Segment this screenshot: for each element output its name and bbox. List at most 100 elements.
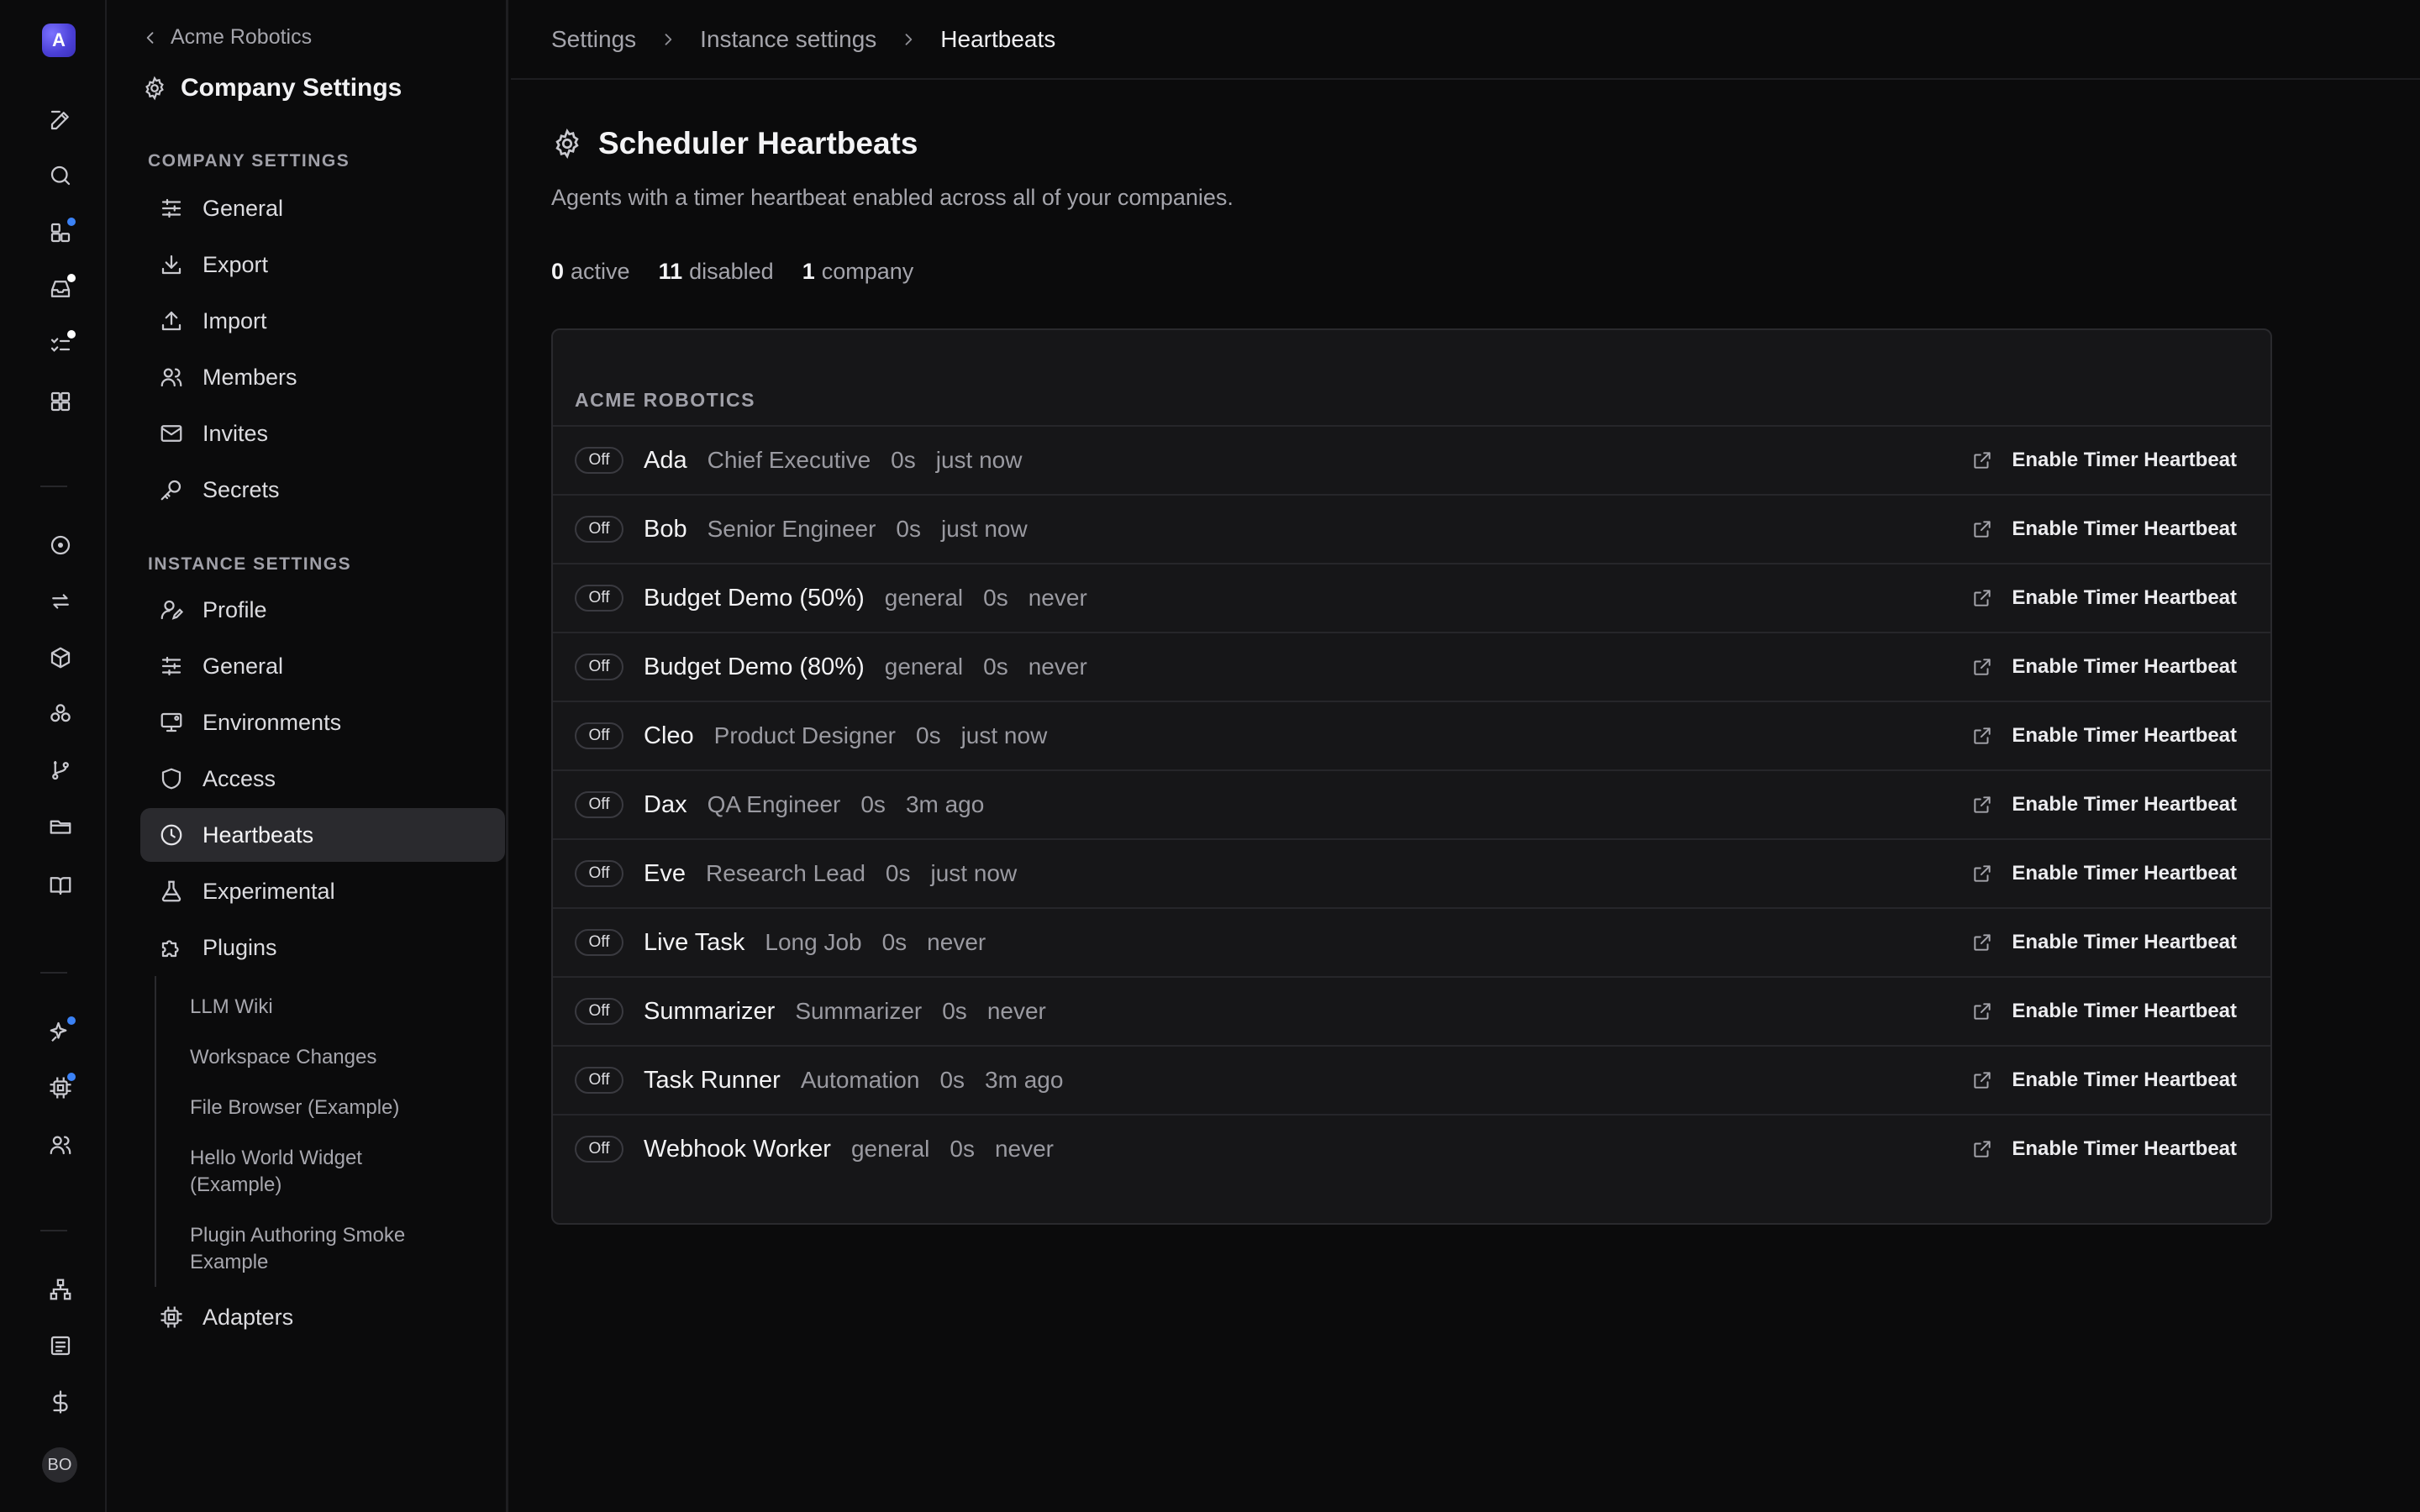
sidebar-item-export[interactable]: Export	[140, 238, 505, 291]
status-badge[interactable]: Off	[575, 654, 623, 680]
stat-active-count: 0	[551, 259, 565, 284]
agent-name[interactable]: Ada	[644, 447, 687, 475]
status-badge[interactable]: Off	[575, 722, 623, 749]
folder-icon[interactable]	[42, 808, 79, 845]
sidebar-item-instance-general[interactable]: General	[140, 639, 505, 693]
sidebar-item-plugins[interactable]: Plugins	[140, 921, 505, 974]
sidebar-item-secrets[interactable]: Secrets	[140, 463, 505, 517]
agent-name[interactable]: Task Runner	[644, 1067, 781, 1095]
book-icon[interactable]	[42, 867, 79, 904]
agent-name[interactable]: Budget Demo (50%)	[644, 585, 865, 612]
sparkle-icon[interactable]	[42, 1013, 79, 1050]
back-to-company-link[interactable]: Acme Robotics	[142, 25, 312, 50]
rail-divider	[40, 486, 67, 487]
external-link-icon	[1971, 587, 1993, 609]
table-row: Off Webhook Worker general 0s never Enable Ti…	[553, 1114, 2270, 1183]
sidebar-item-label: Experimental	[203, 878, 335, 904]
enable-timer-heartbeat-button[interactable]: Enable Timer Heartbeat	[1971, 793, 2237, 816]
breadcrumb-settings[interactable]: Settings	[551, 26, 636, 53]
status-badge[interactable]: Off	[575, 791, 623, 818]
edit-icon[interactable]	[42, 102, 79, 139]
agent-last-run: just now	[935, 447, 1023, 473]
users-icon[interactable]	[42, 1126, 79, 1163]
dollar-icon[interactable]	[42, 1383, 79, 1420]
agent-interval: 0s	[891, 447, 916, 473]
mail-icon	[160, 425, 182, 442]
status-badge[interactable]: Off	[575, 585, 623, 612]
sidebar-item-experimental[interactable]: Experimental	[140, 864, 505, 918]
status-badge[interactable]: Off	[575, 998, 623, 1025]
sidebar-item-profile[interactable]: Profile	[140, 583, 505, 637]
status-badge[interactable]: Off	[575, 929, 623, 956]
table-row: Off Summarizer Summarizer 0s never Enable Tim…	[553, 976, 2270, 1045]
plugin-item-file-browser[interactable]: File Browser (Example)	[190, 1095, 442, 1121]
sidebar-item-environments[interactable]: Environments	[140, 696, 505, 749]
sidebar-item-access[interactable]: Access	[140, 752, 505, 806]
agent-name[interactable]: Eve	[644, 860, 686, 888]
sidebar-item-invites[interactable]: Invites	[140, 407, 505, 460]
plugin-item-workspace-changes[interactable]: Workspace Changes	[190, 1044, 442, 1071]
enable-timer-heartbeat-button[interactable]: Enable Timer Heartbeat	[1971, 517, 2237, 541]
sidebar-item-heartbeats[interactable]: Heartbeats	[140, 808, 505, 862]
sidebar-item-label: Invites	[203, 420, 269, 446]
external-link-icon	[1971, 518, 1993, 540]
agent-name[interactable]: Bob	[644, 516, 687, 543]
status-badge[interactable]: Off	[575, 516, 623, 543]
agent-name[interactable]: Dax	[644, 791, 687, 819]
enable-timer-heartbeat-button[interactable]: Enable Timer Heartbeat	[1971, 724, 2237, 748]
breadcrumb-instance-settings[interactable]: Instance settings	[700, 26, 876, 53]
sidebar-item-members[interactable]: Members	[140, 350, 505, 404]
enable-timer-heartbeat-button[interactable]: Enable Timer Heartbeat	[1971, 862, 2237, 885]
sidebar-item-import[interactable]: Import	[140, 294, 505, 348]
notification-dot	[66, 1071, 77, 1083]
heartbeat-card: ACME ROBOTICS Off Ada Chief Executive 0s jus…	[551, 328, 2272, 1225]
tasks-icon[interactable]	[42, 327, 79, 364]
rail-divider	[40, 972, 67, 974]
dashboard-icon[interactable]	[42, 214, 79, 251]
enable-timer-heartbeat-button[interactable]: Enable Timer Heartbeat	[1971, 586, 2237, 610]
inbox-icon[interactable]	[42, 270, 79, 307]
download-icon	[161, 255, 182, 275]
status-badge[interactable]: Off	[575, 1067, 623, 1094]
branch-icon[interactable]	[42, 752, 79, 789]
enable-timer-heartbeat-button[interactable]: Enable Timer Heartbeat	[1971, 931, 2237, 954]
agent-role: Automation	[800, 1067, 920, 1093]
plugin-item-llm-wiki[interactable]: LLM Wiki	[190, 994, 442, 1021]
enable-timer-heartbeat-button[interactable]: Enable Timer Heartbeat	[1971, 655, 2237, 679]
status-badge[interactable]: Off	[575, 1136, 623, 1163]
key-icon	[160, 480, 182, 501]
company-group-label: ACME ROBOTICS	[575, 389, 755, 411]
enable-timer-heartbeat-button[interactable]: Enable Timer Heartbeat	[1971, 1068, 2237, 1092]
components-icon[interactable]	[42, 696, 79, 732]
document-icon[interactable]	[42, 1327, 79, 1364]
agent-name[interactable]: Summarizer	[644, 998, 775, 1026]
agent-name[interactable]: Cleo	[644, 722, 694, 750]
transfer-icon[interactable]	[42, 583, 79, 620]
agent-name[interactable]: Budget Demo (80%)	[644, 654, 865, 681]
chip-icon[interactable]	[42, 1069, 79, 1106]
package-icon[interactable]	[42, 639, 79, 676]
agent-interval: 0s	[885, 860, 911, 886]
company-logo[interactable]: A	[42, 24, 76, 57]
avatar[interactable]: BO	[42, 1447, 77, 1483]
sidebar-item-adapters[interactable]: Adapters	[140, 1290, 505, 1344]
users-icon	[160, 368, 182, 387]
stat-company-label: company	[821, 259, 914, 284]
status-badge[interactable]: Off	[575, 447, 623, 474]
search-icon[interactable]	[42, 157, 79, 194]
agent-name[interactable]: Webhook Worker	[644, 1136, 831, 1163]
enable-timer-heartbeat-button[interactable]: Enable Timer Heartbeat	[1971, 1000, 2237, 1023]
status-badge[interactable]: Off	[575, 860, 623, 887]
enable-timer-heartbeat-button[interactable]: Enable Timer Heartbeat	[1971, 1137, 2237, 1161]
enable-timer-heartbeat-button[interactable]: Enable Timer Heartbeat	[1971, 449, 2237, 472]
org-chart-icon[interactable]	[42, 1271, 79, 1308]
plugin-item-hello-world-widget[interactable]: Hello World Widget (Example)	[190, 1145, 408, 1199]
circle-dot-icon[interactable]	[42, 527, 79, 564]
apps-icon[interactable]	[42, 383, 79, 420]
agent-name[interactable]: Live Task	[644, 929, 744, 957]
agent-role: Research Lead	[705, 860, 865, 886]
table-row: Off Bob Senior Engineer 0s just now Enable Ti…	[553, 494, 2270, 563]
sidebar-item-company-general[interactable]: General	[140, 181, 505, 235]
plugin-item-authoring-smoke[interactable]: Plugin Authoring Smoke Example	[190, 1222, 434, 1276]
agent-interval: 0s	[983, 585, 1008, 611]
